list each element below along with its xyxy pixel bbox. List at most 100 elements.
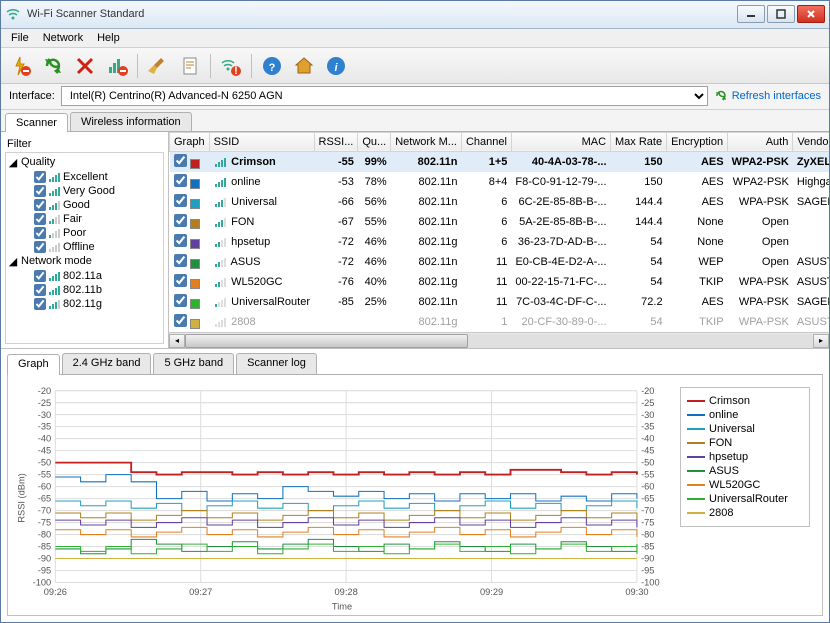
interface-select[interactable]: Intel(R) Centrino(R) Advanced-N 6250 AGN bbox=[61, 86, 708, 106]
svg-text:!: ! bbox=[234, 65, 238, 77]
filter-checkbox[interactable] bbox=[34, 199, 46, 211]
filter-item[interactable]: 802.11a bbox=[34, 269, 161, 283]
tab-24ghz[interactable]: 2.4 GHz band bbox=[62, 353, 152, 374]
legend-item[interactable]: hpsetup bbox=[687, 450, 803, 464]
row-checkbox[interactable] bbox=[174, 174, 187, 187]
table-row[interactable]: 2808802.11g120-CF-30-89-0-...54TKIPWPA-P… bbox=[170, 312, 830, 332]
column-header[interactable]: Auth bbox=[728, 132, 793, 151]
column-header[interactable]: SSID bbox=[209, 132, 314, 151]
legend-item[interactable]: FON bbox=[687, 436, 803, 450]
column-header[interactable]: RSSI... bbox=[314, 132, 358, 151]
bolt-button[interactable] bbox=[7, 52, 35, 80]
filter-checkbox[interactable] bbox=[34, 227, 46, 239]
horizontal-scrollbar[interactable]: ◂ ▸ bbox=[169, 332, 829, 348]
filter-checkbox[interactable] bbox=[34, 185, 46, 197]
row-checkbox[interactable] bbox=[174, 214, 187, 227]
row-checkbox[interactable] bbox=[174, 294, 187, 307]
tab-scanner[interactable]: Scanner bbox=[5, 113, 68, 132]
titlebar: Wi-Fi Scanner Standard bbox=[1, 1, 829, 29]
scroll-right-arrow[interactable]: ▸ bbox=[813, 334, 829, 348]
wifi-alert-button[interactable]: ! bbox=[217, 52, 245, 80]
signal-stop-button[interactable] bbox=[103, 52, 131, 80]
menu-help[interactable]: Help bbox=[91, 30, 126, 46]
table-row[interactable]: ASUS-7246%802.11n11E0-CB-4E-D2-A-...54WE… bbox=[170, 252, 830, 272]
delete-button[interactable] bbox=[71, 52, 99, 80]
filter-item[interactable]: Very Good bbox=[34, 184, 161, 198]
filter-item[interactable]: Poor bbox=[34, 226, 161, 240]
tab-5ghz[interactable]: 5 GHz band bbox=[153, 353, 234, 374]
minimize-button[interactable] bbox=[737, 5, 765, 23]
table-row[interactable]: UniversalRouter-8525%802.11n117C-03-4C-D… bbox=[170, 292, 830, 312]
table-row[interactable]: Crimson-5599%802.11n1+540-4A-03-78-...15… bbox=[170, 151, 830, 172]
filter-item[interactable]: Excellent bbox=[34, 170, 161, 184]
row-checkbox[interactable] bbox=[174, 234, 187, 247]
menu-file[interactable]: File bbox=[5, 30, 35, 46]
filter-item[interactable]: Offline bbox=[34, 240, 161, 254]
scroll-thumb[interactable] bbox=[185, 334, 468, 348]
tab-graph[interactable]: Graph bbox=[7, 354, 60, 375]
filter-checkbox[interactable] bbox=[34, 213, 46, 225]
row-checkbox[interactable] bbox=[174, 314, 187, 327]
signal-icon bbox=[49, 214, 60, 224]
row-checkbox[interactable] bbox=[174, 254, 187, 267]
filter-item[interactable]: 802.11g bbox=[34, 297, 161, 311]
legend-item[interactable]: Crimson bbox=[687, 394, 803, 408]
help-button[interactable]: ? bbox=[258, 52, 286, 80]
home-button[interactable] bbox=[290, 52, 318, 80]
column-header[interactable]: Encryption bbox=[667, 132, 728, 151]
svg-text:-85: -85 bbox=[38, 542, 51, 552]
column-header[interactable]: Max Rate bbox=[611, 132, 667, 151]
column-header[interactable]: Qu... bbox=[358, 132, 391, 151]
filter-item[interactable]: 802.11b bbox=[34, 283, 161, 297]
filter-group-quality[interactable]: ◢Quality bbox=[8, 155, 161, 170]
legend-item[interactable]: Universal bbox=[687, 422, 803, 436]
refresh-button[interactable] bbox=[39, 52, 67, 80]
signal-icon bbox=[49, 271, 60, 281]
menu-network[interactable]: Network bbox=[37, 30, 89, 46]
table-row[interactable]: WL520GC-7640%802.11g1100-22-15-71-FC-...… bbox=[170, 272, 830, 292]
legend-color bbox=[687, 512, 705, 514]
signal-icon bbox=[215, 257, 226, 267]
legend-item[interactable]: WL520GC bbox=[687, 478, 803, 492]
broom-button[interactable] bbox=[144, 52, 172, 80]
filter-checkbox[interactable] bbox=[34, 171, 46, 183]
legend-color bbox=[687, 414, 705, 416]
info-button[interactable]: i bbox=[322, 52, 350, 80]
refresh-interfaces-link[interactable]: Refresh interfaces bbox=[714, 89, 821, 103]
row-checkbox[interactable] bbox=[174, 274, 187, 287]
filter-item[interactable]: Fair bbox=[34, 212, 161, 226]
column-header[interactable]: MAC bbox=[511, 132, 610, 151]
column-header[interactable]: Channel bbox=[461, 132, 511, 151]
legend-item[interactable]: ASUS bbox=[687, 464, 803, 478]
ssid-label: UniversalRouter bbox=[231, 296, 310, 308]
row-checkbox[interactable] bbox=[174, 194, 187, 207]
column-header[interactable]: Graph bbox=[170, 132, 210, 151]
tab-scanner-log[interactable]: Scanner log bbox=[236, 353, 317, 374]
svg-text:-25: -25 bbox=[38, 398, 51, 408]
row-checkbox[interactable] bbox=[174, 154, 187, 167]
table-row[interactable]: FON-6755%802.11n65A-2E-85-8B-B-...144.4N… bbox=[170, 212, 830, 232]
ssid-label: FON bbox=[231, 216, 254, 228]
table-row[interactable]: hpsetup-7246%802.11g636-23-7D-AD-B-...54… bbox=[170, 232, 830, 252]
filter-checkbox[interactable] bbox=[34, 270, 46, 282]
column-header[interactable]: Network M... bbox=[391, 132, 462, 151]
column-header[interactable]: Vendor bbox=[793, 132, 829, 151]
filter-checkbox[interactable] bbox=[34, 241, 46, 253]
legend-item[interactable]: UniversalRouter bbox=[687, 492, 803, 506]
tab-wireless-info[interactable]: Wireless information bbox=[70, 112, 192, 131]
legend-item[interactable]: 2808 bbox=[687, 506, 803, 520]
filter-group-network-mode[interactable]: ◢Network mode bbox=[8, 254, 161, 269]
filter-checkbox[interactable] bbox=[34, 284, 46, 296]
legend-item[interactable]: online bbox=[687, 408, 803, 422]
svg-text:-55: -55 bbox=[38, 470, 51, 480]
filter-item[interactable]: Good bbox=[34, 198, 161, 212]
filter-checkbox[interactable] bbox=[34, 298, 46, 310]
doc-button[interactable] bbox=[176, 52, 204, 80]
table-row[interactable]: online-5378%802.11n8+4F8-C0-91-12-79-...… bbox=[170, 172, 830, 192]
table-row[interactable]: Universal-6656%802.11n66C-2E-85-8B-B-...… bbox=[170, 192, 830, 212]
color-swatch bbox=[190, 279, 200, 289]
scroll-left-arrow[interactable]: ◂ bbox=[169, 334, 185, 348]
close-button[interactable] bbox=[797, 5, 825, 23]
color-swatch bbox=[190, 259, 200, 269]
maximize-button[interactable] bbox=[767, 5, 795, 23]
